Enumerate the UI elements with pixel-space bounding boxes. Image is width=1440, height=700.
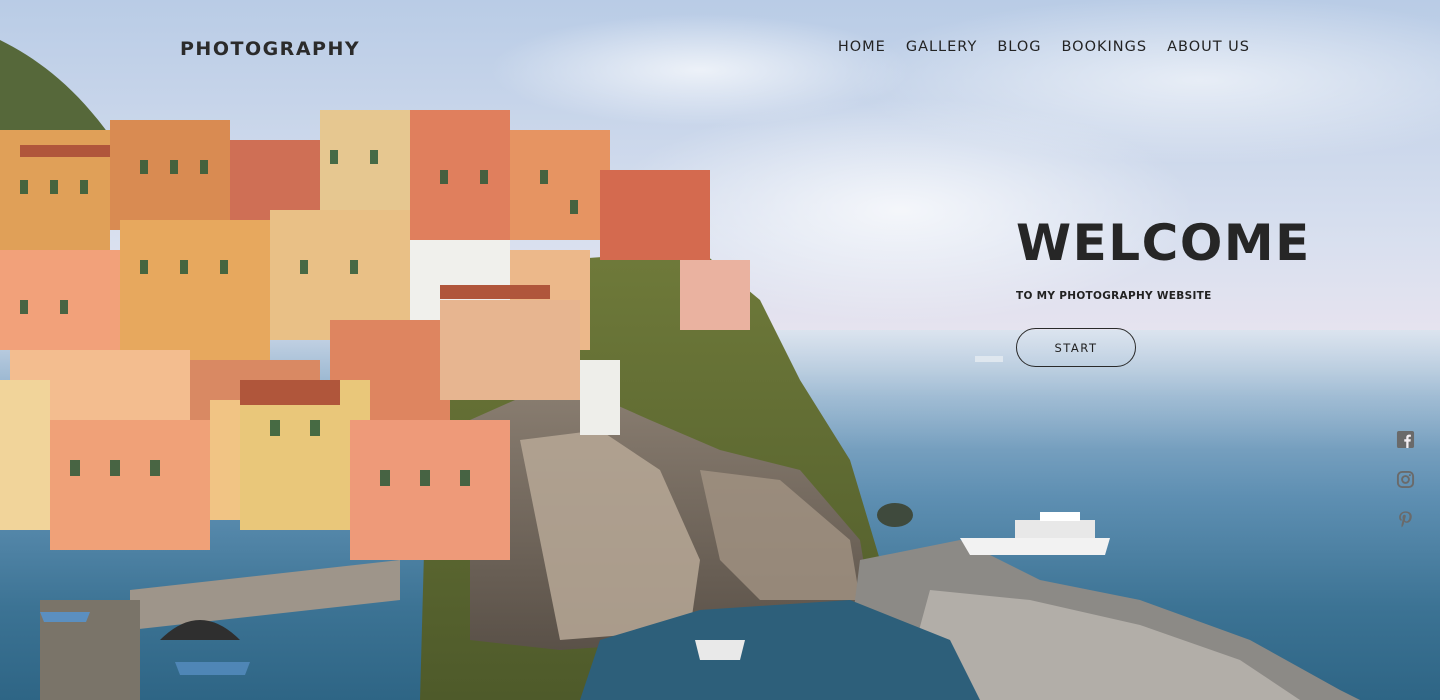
hero-subtitle: TO MY PHOTOGRAPHY WEBSITE [1016, 290, 1212, 302]
nav-bookings[interactable]: BOOKINGS [1061, 39, 1147, 55]
main-nav: HOME GALLERY BLOG BOOKINGS ABOUT US [838, 39, 1250, 55]
facebook-icon[interactable] [1396, 430, 1415, 449]
social-links [1396, 430, 1415, 529]
nav-home[interactable]: HOME [838, 39, 886, 55]
start-button[interactable]: START [1016, 328, 1136, 367]
site-header: PHOTOGRAPHY HOME GALLERY BLOG BOOKINGS A… [0, 0, 1440, 96]
instagram-icon[interactable] [1396, 470, 1415, 489]
nav-blog[interactable]: BLOG [997, 39, 1041, 55]
hero-title: WELCOME [1016, 214, 1311, 272]
nav-about-us[interactable]: ABOUT US [1167, 39, 1250, 55]
hero-content: WELCOME TO MY PHOTOGRAPHY WEBSITE START [1016, 218, 1316, 367]
nav-gallery[interactable]: GALLERY [906, 39, 977, 55]
site-logo[interactable]: PHOTOGRAPHY [180, 38, 360, 60]
pinterest-icon[interactable] [1396, 510, 1415, 529]
